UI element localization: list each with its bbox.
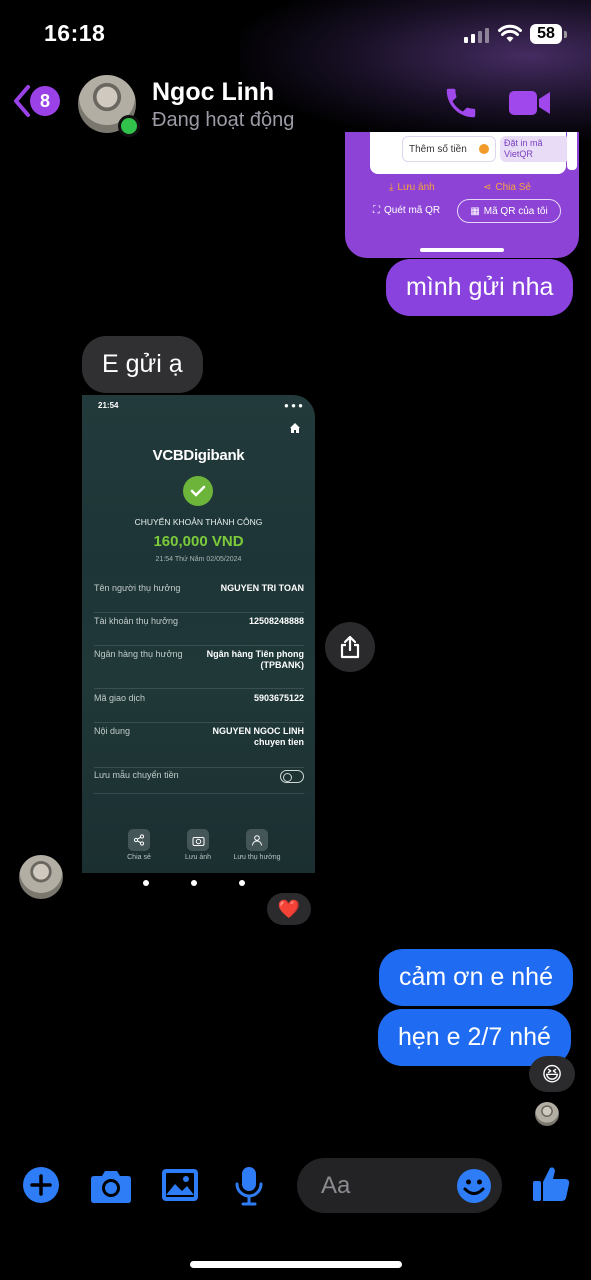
receipt-row: Tên người thụ hưởng NGUYEN TRI TOAN	[94, 583, 304, 613]
plus-icon	[479, 144, 489, 154]
save-template-row: Lưu mẫu chuyển tiền	[94, 770, 304, 794]
share-nodes-icon	[128, 829, 150, 851]
receipt-row: Mã giao dịch 5903675122	[94, 693, 304, 723]
contact-name[interactable]: Ngoc Linh	[152, 78, 274, 107]
vcb-digibank-logo: VCBDigibank	[152, 447, 245, 464]
add-amount-label: Thêm số tiền	[409, 143, 467, 155]
download-icon: ⤓	[389, 182, 394, 193]
message-input-placeholder: Aa	[321, 1172, 351, 1199]
add-amount-box: Thêm số tiền	[402, 136, 496, 162]
scan-icon: ⛶	[373, 205, 380, 216]
chevron-left-icon	[14, 85, 30, 117]
shared-qr-screenshot[interactable]: Thêm số tiền Đặt in mã VietQR ⤓ Lưu ảnh …	[345, 132, 579, 258]
plus-circle-icon[interactable]	[22, 1166, 60, 1204]
received-image-bank-receipt[interactable]: 21:54 ● ● ● VCBDigibank CHUYỂN KHOẢN THÀ…	[82, 395, 315, 873]
sent-message[interactable]: mình gửi nha	[386, 259, 574, 316]
laughing-reaction[interactable]: 😆	[529, 1056, 575, 1092]
share-action: ⋖ Chia Sẻ	[483, 182, 531, 193]
receipt-row: Ngân hàng thụ hưởng Ngân hàng Tiên phong…	[94, 649, 304, 689]
receipt-row: Nội dung NGUYEN NGOC LINH chuyen tien	[94, 726, 304, 768]
microphone-icon[interactable]	[234, 1166, 264, 1206]
transfer-success-title: CHUYỂN KHOẢN THÀNH CÔNG	[134, 517, 263, 527]
online-status-dot	[118, 115, 140, 137]
my-qr-label: Mã QR của tôi	[483, 205, 548, 217]
receipt-status-icons: ● ● ●	[284, 401, 303, 410]
emoji-icon[interactable]	[456, 1168, 492, 1204]
card-inner-panel-edge	[567, 132, 577, 170]
receipt-row: Tài khoản thụ hưởng 12508248888	[94, 616, 304, 646]
receipt-status-time: 21:54	[98, 401, 119, 410]
received-message[interactable]: E gửi ạ	[82, 336, 203, 393]
receipt-save-beneficiary-action: Lưu thụ hưởng	[227, 829, 287, 861]
scan-qr-label: Quét mã QR	[384, 205, 441, 216]
gallery-icon[interactable]	[161, 1168, 199, 1202]
battery-indicator: 58	[530, 24, 562, 44]
back-button[interactable]: 8	[12, 84, 60, 118]
transfer-amount: 160,000 VND	[153, 533, 244, 550]
card-inner-panel: Thêm số tiền Đặt in mã VietQR	[370, 132, 570, 174]
status-time: 16:18	[44, 20, 106, 46]
thumbs-up-icon[interactable]	[531, 1164, 571, 1204]
save-image-action: ⤓ Lưu ảnh	[389, 182, 435, 193]
save-image-label: Lưu ảnh	[397, 182, 435, 193]
home-icon	[290, 423, 300, 433]
heart-reaction[interactable]: ❤️	[267, 893, 311, 925]
share-image-button[interactable]	[325, 622, 375, 672]
print-vietqr-box: Đặt in mã VietQR	[500, 136, 570, 162]
save-template-toggle	[280, 770, 304, 783]
receipt-share-action: Chia sẻ	[109, 829, 169, 861]
image-pager-dots	[143, 880, 245, 886]
cellular-signal-icon	[464, 28, 489, 43]
home-indicator	[190, 1261, 402, 1268]
success-check-icon	[183, 476, 213, 506]
receipt-save-image-action: Lưu ảnh	[168, 829, 228, 861]
my-qr-button: ▦ Mã QR của tôi	[457, 199, 561, 223]
contact-status: Đang hoạt động	[152, 109, 295, 131]
share-nodes-icon: ⋖	[483, 182, 492, 193]
camera-icon	[187, 829, 209, 851]
person-icon	[246, 829, 268, 851]
card-home-indicator	[420, 248, 504, 252]
sender-avatar[interactable]	[19, 855, 63, 899]
share-icon	[340, 635, 360, 659]
share-label: Chia Sẻ	[495, 182, 531, 193]
qr-icon: ▦	[470, 205, 480, 217]
scan-qr-action: ⛶ Quét mã QR	[373, 205, 440, 216]
read-receipt-avatar	[535, 1102, 559, 1126]
wifi-icon	[498, 24, 522, 42]
camera-icon[interactable]	[90, 1168, 132, 1204]
video-call-icon[interactable]	[508, 88, 552, 118]
sent-message[interactable]: cảm ơn e nhé	[379, 949, 573, 1006]
phone-call-icon[interactable]	[442, 84, 480, 122]
transfer-datetime: 21:54 Thứ Năm 02/05/2024	[155, 556, 242, 563]
battery-tip	[564, 31, 567, 38]
unread-count-badge: 8	[30, 86, 60, 116]
